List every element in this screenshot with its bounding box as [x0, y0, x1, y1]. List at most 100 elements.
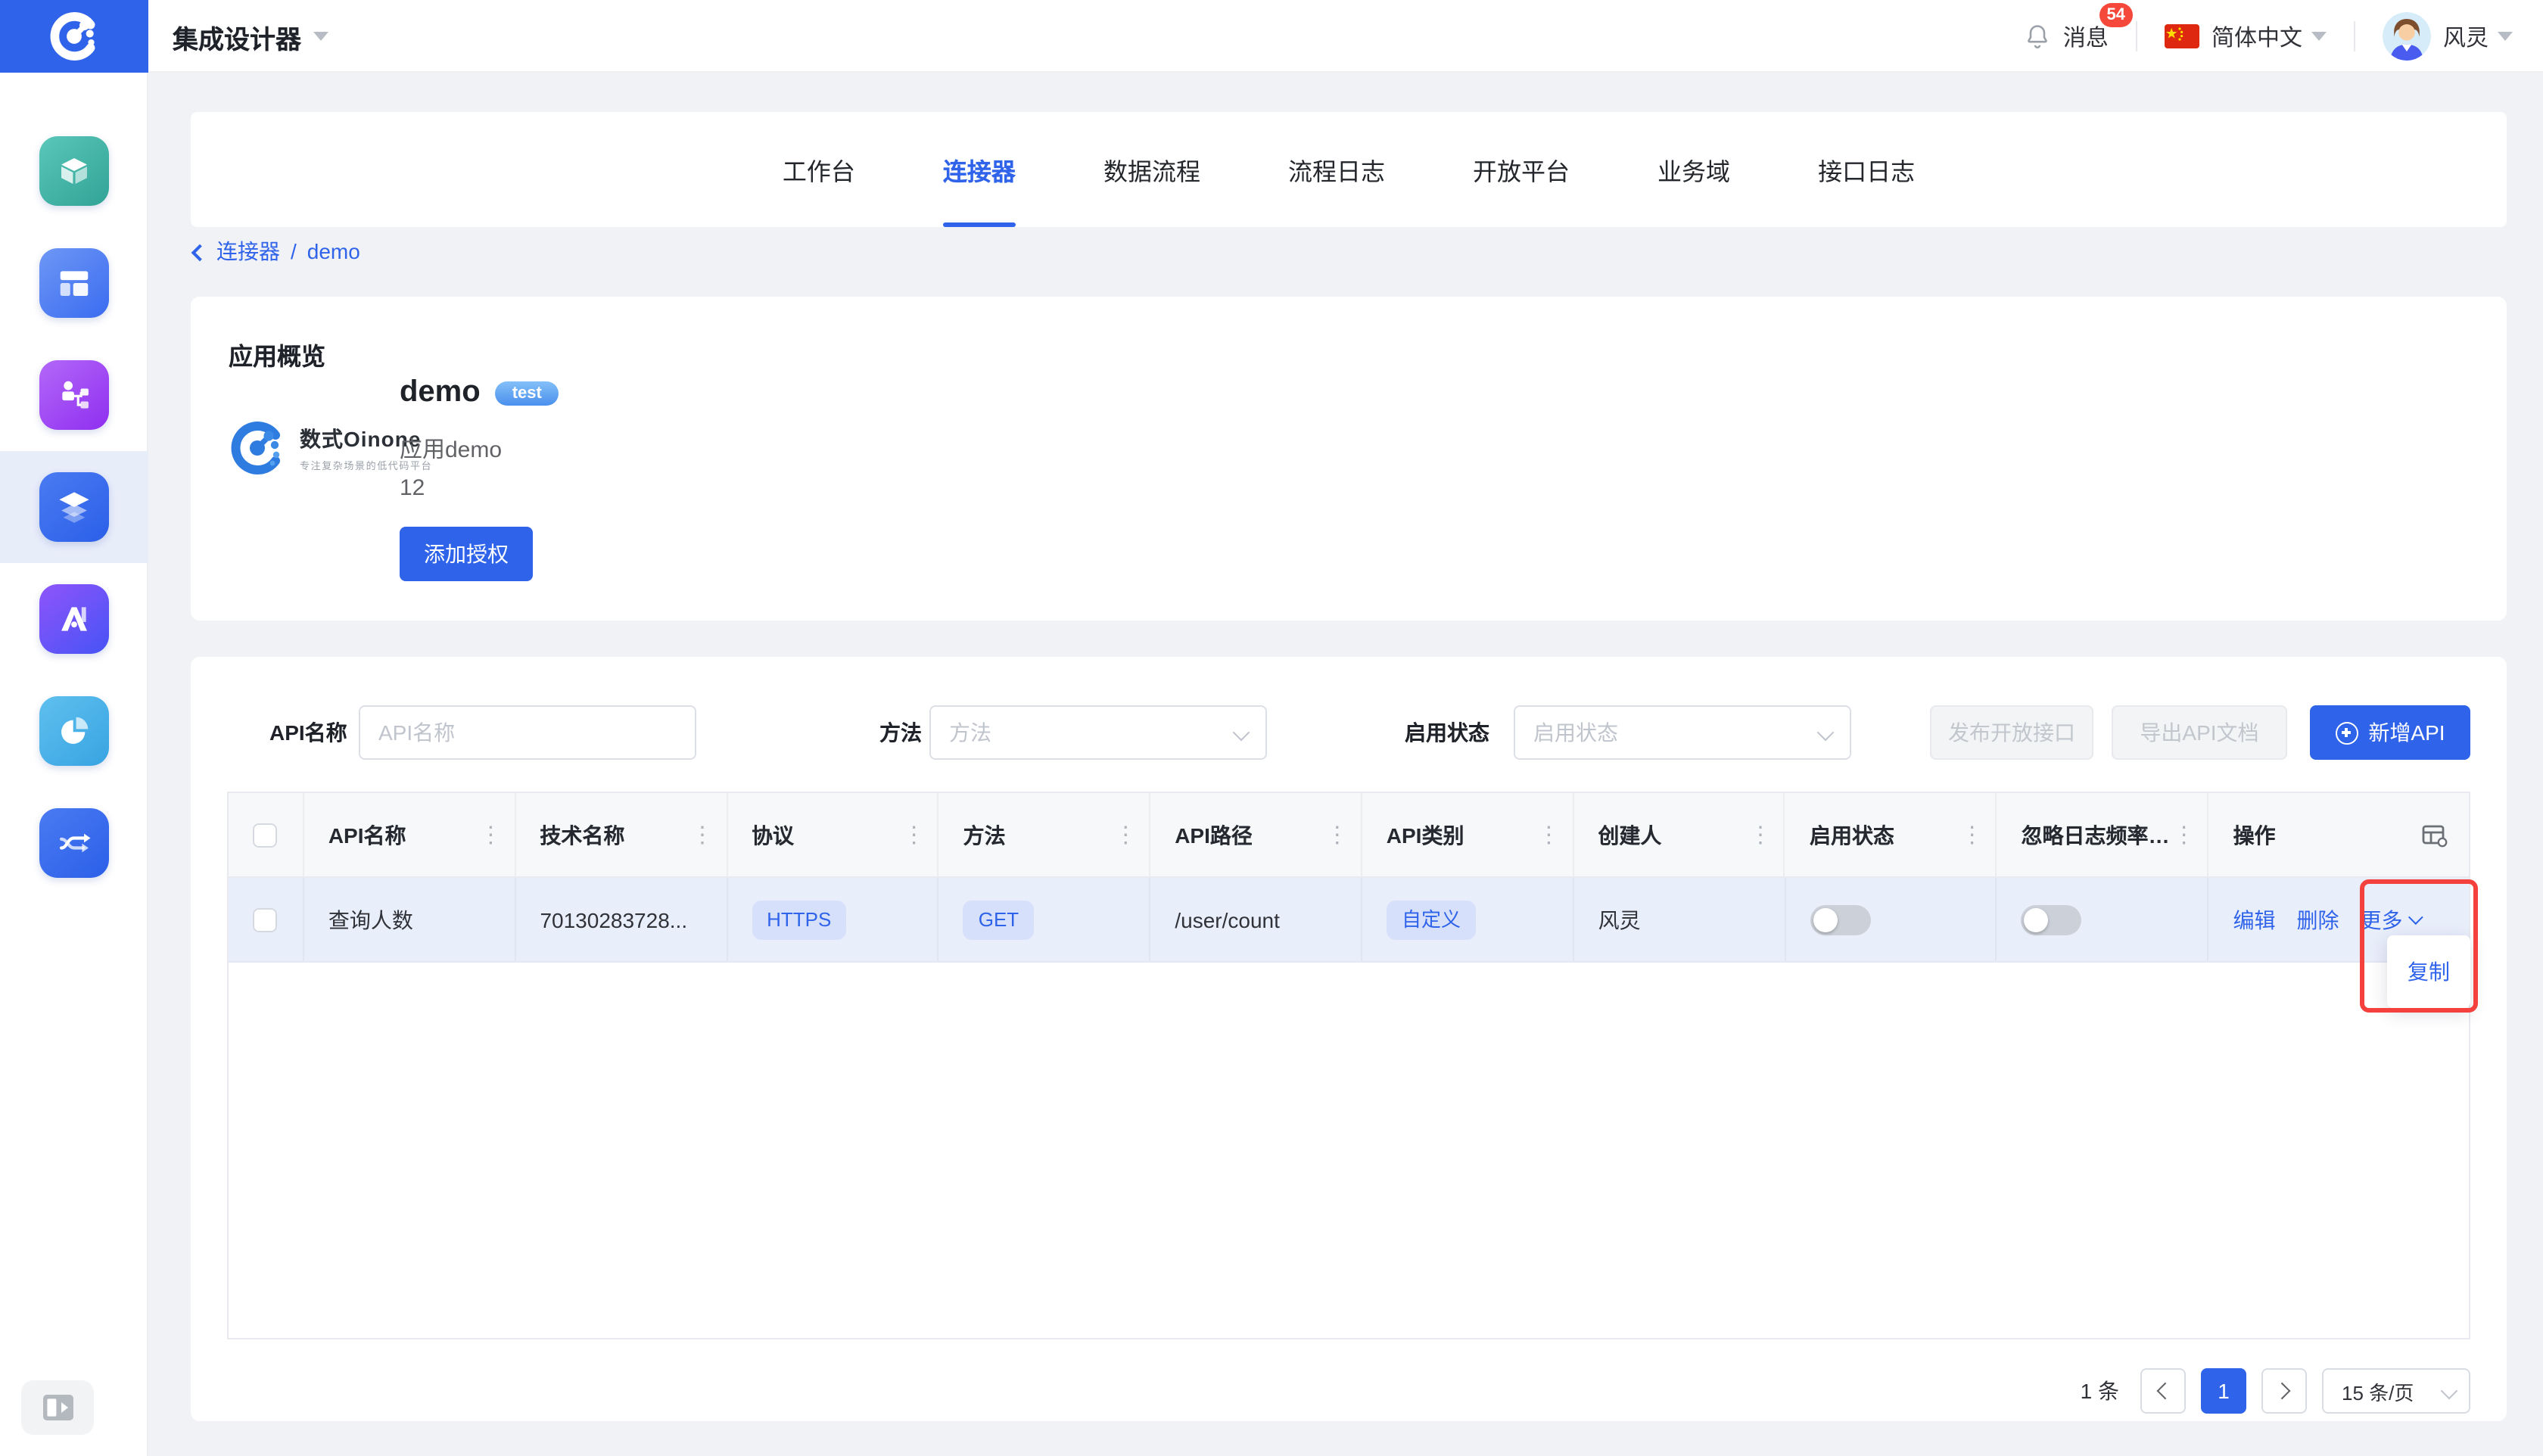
column-header-ignore-log: 忽略日志频率配... — [1997, 793, 2209, 876]
oinone-logo-icon — [47, 9, 101, 64]
api-table: API名称 技术名称 协议 方法 API路径 API类别 — [227, 792, 2470, 1339]
sidebar-app-pie[interactable] — [0, 675, 148, 787]
api-name-filter-input[interactable] — [359, 705, 696, 760]
messages-link[interactable]: 消息 54 — [2063, 20, 2109, 52]
tab-open-platform[interactable]: 开放平台 — [1473, 112, 1570, 227]
breadcrumb-back[interactable]: 连接器 — [216, 236, 280, 266]
copy-menu-item[interactable]: 复制 — [2408, 957, 2450, 987]
more-dropdown-menu: 复制 — [2387, 935, 2470, 1008]
column-menu-icon[interactable] — [1749, 823, 1772, 846]
sidebar-app-shuffle[interactable] — [0, 787, 148, 899]
tab-connector[interactable]: 连接器 — [943, 112, 1016, 227]
page-number-active[interactable]: 1 — [2201, 1368, 2246, 1414]
enabled-toggle-off[interactable] — [1810, 904, 1870, 935]
back-chevron-icon[interactable] — [191, 244, 209, 261]
publish-open-api-button[interactable]: 发布开放接口 — [1930, 705, 2093, 760]
chevron-down-icon — [2408, 910, 2423, 925]
column-menu-icon[interactable] — [1961, 823, 1984, 846]
chevron-down-icon[interactable] — [2311, 32, 2327, 48]
pie-app-icon — [39, 696, 109, 766]
column-menu-icon[interactable] — [1537, 823, 1560, 846]
protocol-tag: HTTPS — [752, 900, 846, 939]
column-menu-icon[interactable] — [1114, 823, 1137, 846]
divider — [2354, 21, 2355, 51]
bell-icon[interactable] — [2024, 23, 2051, 50]
column-header-tech-name: 技术名称 — [515, 793, 727, 876]
ignore-log-toggle-off[interactable] — [2022, 904, 2082, 935]
avatar-image — [2383, 12, 2431, 61]
app-name-row: demo test — [400, 375, 559, 410]
language-selector[interactable]: 简体中文 — [2212, 20, 2302, 52]
sidebar-app-cube[interactable] — [0, 115, 148, 227]
column-header-protocol: 协议 — [727, 793, 939, 876]
select-all-checkbox[interactable] — [254, 823, 278, 847]
total-count: 1 条 — [2081, 1376, 2119, 1406]
chevron-down-icon — [2441, 1383, 2458, 1400]
tab-flow-log[interactable]: 流程日志 — [1288, 112, 1385, 227]
cube-app-icon — [39, 136, 109, 206]
flow-app-icon — [39, 360, 109, 430]
app-overview-card: 应用概览 数式Oinone 专注复杂场景的低代码平台 demo — [191, 297, 2507, 621]
export-api-doc-button[interactable]: 导出API文档 — [2112, 705, 2287, 760]
delete-link[interactable]: 删除 — [2296, 904, 2339, 935]
collapse-panel-icon — [42, 1394, 73, 1421]
user-avatar[interactable] — [2383, 12, 2431, 61]
app-switcher[interactable]: 集成设计器 — [173, 0, 328, 73]
breadcrumb-current: demo — [307, 239, 360, 263]
edit-link[interactable]: 编辑 — [2233, 904, 2275, 935]
status-filter-label: 启用状态 — [1405, 705, 1489, 760]
breadcrumb[interactable]: 连接器 / demo — [194, 230, 360, 272]
top-bar: 集成设计器 消息 54 简体中文 — [0, 0, 2543, 73]
method-filter-select[interactable]: 方法 — [929, 705, 1267, 760]
sidebar-collapse-button[interactable] — [21, 1380, 94, 1435]
sidebar-app-flow[interactable] — [0, 339, 148, 451]
username[interactable]: 风灵 — [2443, 20, 2489, 52]
tab-api-log[interactable]: 接口日志 — [1818, 112, 1915, 227]
china-flag-icon — [2165, 24, 2199, 48]
column-menu-icon[interactable] — [2173, 823, 2196, 846]
chevron-left-icon — [2157, 1383, 2174, 1400]
sidebar-app-layers-active[interactable] — [0, 451, 148, 563]
prev-page-button[interactable] — [2140, 1368, 2186, 1414]
column-header-method: 方法 — [939, 793, 1151, 876]
chevron-down-icon[interactable] — [2498, 32, 2513, 48]
method-tag: GET — [963, 900, 1034, 939]
column-menu-icon[interactable] — [1326, 823, 1349, 846]
chevron-down-icon — [1817, 724, 1835, 742]
tab-workbench[interactable]: 工作台 — [783, 112, 855, 227]
tab-business-domain[interactable]: 业务域 — [1657, 112, 1730, 227]
app-sidebar — [0, 73, 148, 1456]
column-menu-icon[interactable] — [479, 823, 502, 846]
column-header-category: API类别 — [1362, 793, 1574, 876]
next-page-button[interactable] — [2261, 1368, 2307, 1414]
category-tag: 自定义 — [1387, 900, 1476, 939]
page-size-select[interactable]: 15 条/页 — [2322, 1368, 2470, 1414]
column-header-enabled: 启用状态 — [1785, 793, 1997, 876]
layers-app-icon — [39, 472, 109, 542]
column-menu-icon[interactable] — [903, 823, 926, 846]
messages-count-badge: 54 — [2099, 2, 2133, 26]
column-header-actions: 操作 — [2209, 793, 2469, 876]
plus-circle-icon — [2335, 721, 2358, 744]
more-dropdown-trigger[interactable]: 更多 — [2360, 904, 2419, 935]
column-header-creator: 创建人 — [1573, 793, 1785, 876]
add-authorization-button[interactable]: 添加授权 — [400, 527, 533, 581]
add-api-button[interactable]: 新增API — [2310, 705, 2470, 760]
column-settings-icon[interactable] — [2422, 823, 2448, 847]
table-row[interactable]: 查询人数 70130283728... HTTPS GET /user/coun… — [229, 878, 2469, 963]
status-filter-select[interactable]: 启用状态 — [1514, 705, 1851, 760]
chevron-down-icon — [1233, 724, 1250, 742]
column-menu-icon[interactable] — [691, 823, 714, 846]
integration-designer-page: 集成设计器 消息 54 简体中文 — [0, 0, 2543, 1456]
cell-api-name: 查询人数 — [304, 878, 516, 961]
row-checkbox[interactable] — [254, 907, 278, 932]
sidebar-app-layout[interactable] — [0, 227, 148, 339]
divider — [2136, 21, 2137, 51]
sidebar-app-ai[interactable] — [0, 563, 148, 675]
oinone-mark-icon — [227, 418, 288, 478]
cell-tech-name: 70130283728... — [515, 878, 727, 961]
tab-data-flow[interactable]: 数据流程 — [1103, 112, 1200, 227]
shuffle-app-icon — [39, 808, 109, 878]
messages-label: 消息 — [2063, 25, 2109, 51]
oinone-logo[interactable] — [0, 0, 148, 73]
